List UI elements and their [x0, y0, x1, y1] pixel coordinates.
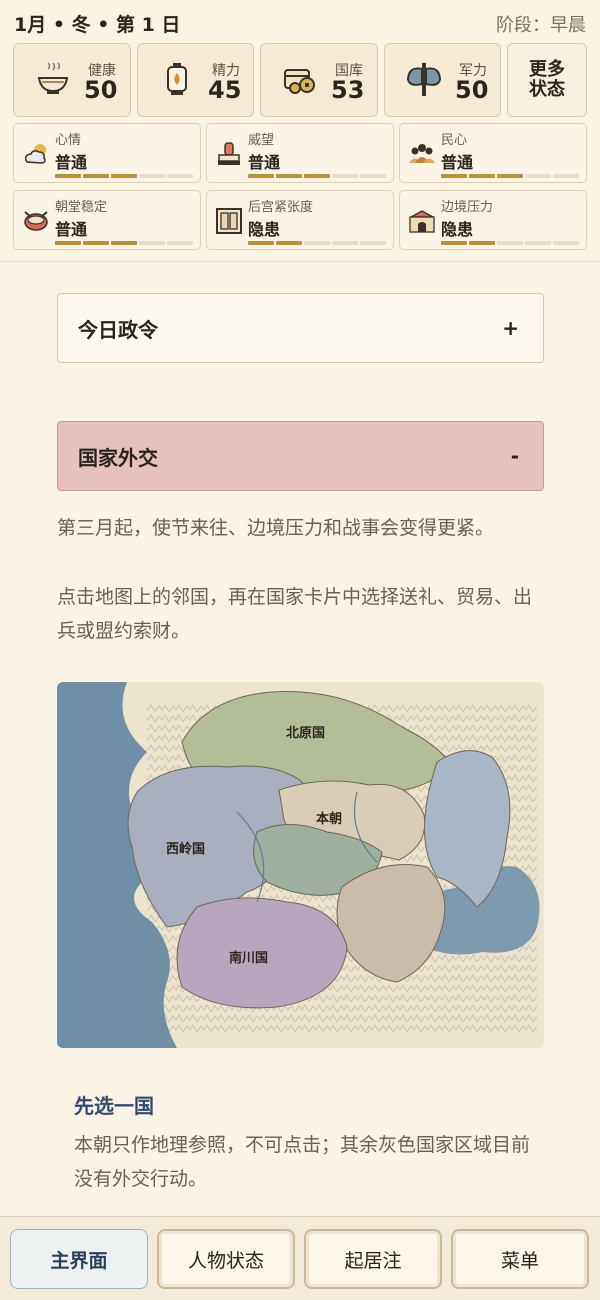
- mood-level-bar: [55, 174, 193, 178]
- level-segment: [167, 174, 193, 178]
- mood-card-harem-tension[interactable]: 后宫紧张度 隐患: [206, 190, 394, 250]
- level-segment: [497, 174, 523, 178]
- people-icon: [409, 144, 435, 163]
- nav-chronicle-button[interactable]: 起居注: [304, 1229, 442, 1289]
- mood-card-border-pressure[interactable]: 边境压力 隐患: [399, 190, 587, 250]
- level-segment: [553, 174, 579, 178]
- map-label-home: 本朝: [316, 811, 342, 827]
- level-segment: [497, 241, 523, 245]
- mood-value: 隐患: [441, 220, 474, 239]
- level-segment: [553, 241, 579, 245]
- level-segment: [167, 241, 193, 245]
- level-segment: [248, 174, 274, 178]
- mood-level-bar: [55, 241, 193, 245]
- nav-menu-button[interactable]: 菜单: [451, 1229, 589, 1289]
- map-label-west: 西岭国: [166, 841, 205, 857]
- level-segment: [332, 241, 358, 245]
- diplomacy-map: 北原国 本朝 西岭国 南川国: [57, 682, 544, 1048]
- stat-treasury[interactable]: 国库 53: [260, 43, 378, 117]
- fortress-icon: [409, 210, 435, 233]
- stat-military[interactable]: 军力 50: [384, 43, 501, 117]
- battle-axe-icon: [406, 63, 442, 96]
- level-segment: [441, 241, 467, 245]
- level-segment: [360, 174, 386, 178]
- level-segment: [55, 174, 81, 178]
- main-stats-row: 健康 50 精力 45 国库 53 军力 50 更多状态: [13, 43, 587, 117]
- stat-value: 50: [84, 76, 118, 104]
- level-segment: [83, 174, 109, 178]
- mood-level-bar: [248, 241, 386, 245]
- level-segment: [525, 174, 551, 178]
- mood-label: 后宫紧张度: [248, 200, 314, 215]
- palace-door-icon: [216, 208, 242, 234]
- diplomacy-panel-header[interactable]: 国家外交 -: [57, 421, 544, 491]
- status-header: 1月 • 冬 • 第 1 日 阶段：早晨 健康 50 精力 45 国库 53 军…: [0, 0, 600, 262]
- nav-main-button[interactable]: 主界面: [10, 1229, 148, 1289]
- mood-label: 边境压力: [441, 200, 494, 215]
- level-segment: [276, 174, 302, 178]
- treasury-chest-icon: [284, 69, 315, 94]
- expand-icon[interactable]: +: [502, 316, 519, 340]
- collapse-icon[interactable]: -: [511, 444, 519, 468]
- mood-card-court-stability[interactable]: 朝堂稳定 普通: [13, 190, 201, 250]
- selection-title: 先选一国: [74, 1094, 154, 1118]
- today-policy-panel-header[interactable]: 今日政令 +: [57, 293, 544, 363]
- mood-value: 普通: [441, 153, 474, 172]
- nav-character-status-button[interactable]: 人物状态: [157, 1229, 295, 1289]
- more-status-button[interactable]: 更多状态: [507, 43, 587, 117]
- level-segment: [55, 241, 81, 245]
- stat-value: 45: [208, 76, 242, 104]
- diplomacy-instructions: 点击地图上的邻国，再在国家卡片中选择送礼、贸易、出兵或盟约索财。: [57, 586, 533, 642]
- level-segment: [360, 241, 386, 245]
- level-segment: [276, 241, 302, 245]
- lantern-icon: [167, 63, 187, 95]
- level-segment: [83, 241, 109, 245]
- diplomacy-note: 第三月起，使节来往、边境压力和战事会变得更紧。: [57, 517, 495, 539]
- level-segment: [139, 174, 165, 178]
- seal-stamp-icon: [218, 142, 240, 165]
- rice-bowl-icon: [37, 62, 69, 94]
- mood-label: 民心: [441, 133, 468, 148]
- cloud-sun-icon: [24, 144, 46, 164]
- level-segment: [332, 174, 358, 178]
- mood-value: 隐患: [248, 220, 281, 239]
- bottom-nav: 主界面 人物状态 起居注 菜单: [0, 1216, 600, 1300]
- mood-label: 心情: [55, 133, 82, 148]
- mood-level-bar: [441, 174, 579, 178]
- stat-value: 53: [331, 76, 365, 104]
- stat-health[interactable]: 健康 50: [13, 43, 131, 117]
- level-segment: [469, 174, 495, 178]
- mood-value: 普通: [55, 220, 88, 239]
- mood-label: 朝堂稳定: [55, 200, 108, 215]
- mood-card-prestige[interactable]: 威望 普通: [206, 123, 394, 183]
- level-segment: [469, 241, 495, 245]
- mood-value: 普通: [248, 153, 281, 172]
- mood-card-mood[interactable]: 心情 普通: [13, 123, 201, 183]
- mood-label: 威望: [248, 133, 275, 148]
- level-segment: [304, 174, 330, 178]
- level-segment: [111, 174, 137, 178]
- mood-card-popularity[interactable]: 民心 普通: [399, 123, 587, 183]
- mood-value: 普通: [55, 153, 88, 172]
- level-segment: [139, 241, 165, 245]
- panel-title: 今日政令: [78, 317, 158, 342]
- map-label-south: 南川国: [229, 950, 268, 966]
- court-drum-icon: [24, 211, 48, 231]
- mood-level-bar: [441, 241, 579, 245]
- selection-description: 本朝只作地理参照，不可点击；其余灰色国家区域目前没有外交行动。: [74, 1134, 531, 1190]
- map-label-north: 北原国: [286, 726, 325, 741]
- level-segment: [248, 241, 274, 245]
- map-svg: 北原国 本朝 西岭国 南川国: [57, 682, 544, 1048]
- panel-title: 国家外交: [78, 445, 158, 470]
- level-segment: [441, 174, 467, 178]
- level-segment: [525, 241, 551, 245]
- phase-label: 阶段：早晨: [496, 15, 586, 36]
- level-segment: [304, 241, 330, 245]
- stat-energy[interactable]: 精力 45: [137, 43, 254, 117]
- level-segment: [111, 241, 137, 245]
- date-label: 1月 • 冬 • 第 1 日: [14, 14, 181, 36]
- stat-value: 50: [455, 76, 489, 104]
- mood-level-bar: [248, 174, 386, 178]
